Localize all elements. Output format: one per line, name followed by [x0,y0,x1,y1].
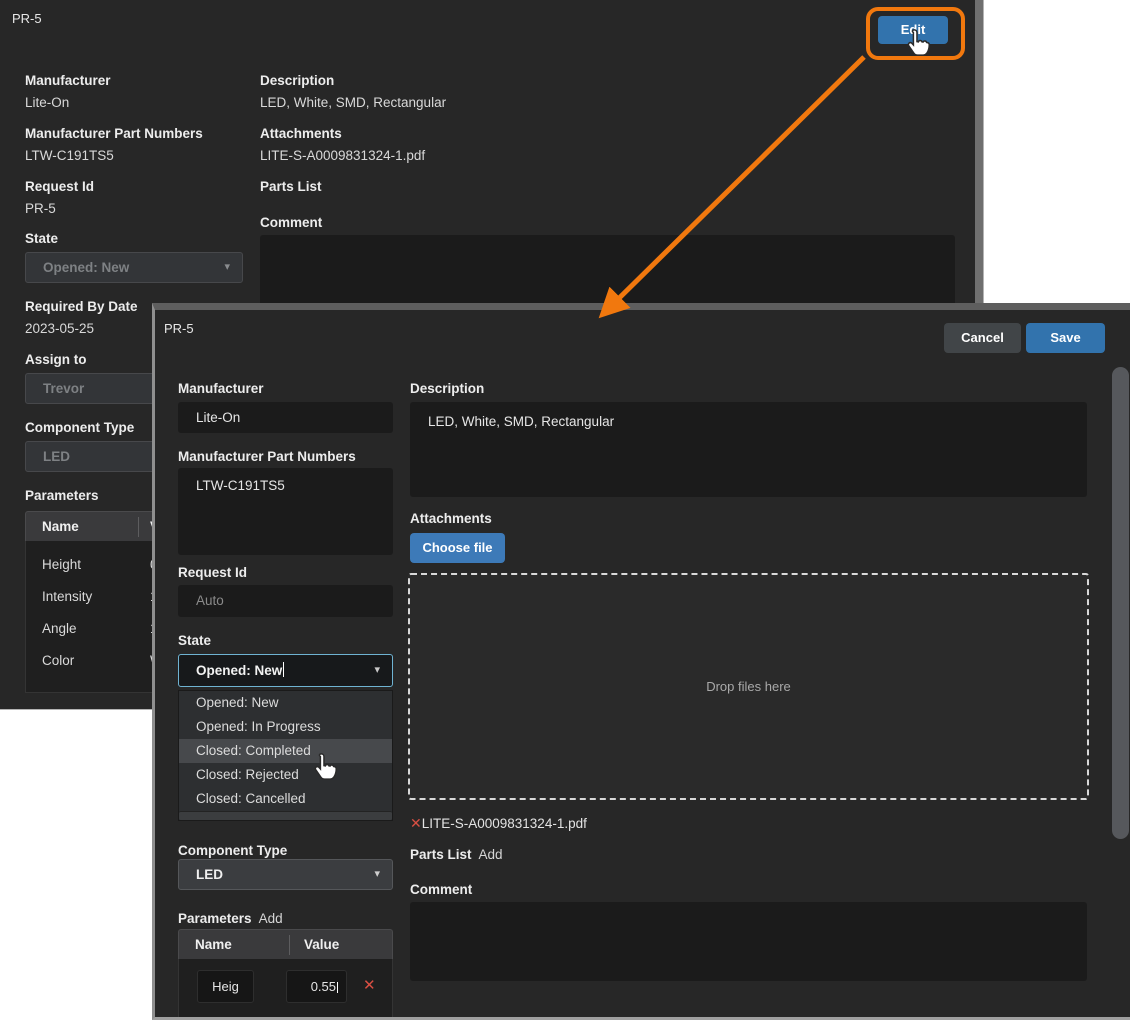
parameters-label-text: Parameters [178,911,252,926]
part-numbers-label: Manufacturer Part Numbers [25,126,203,141]
modal-title: PR-5 [164,321,194,336]
param-row-name: Color [42,645,74,677]
dropzone-text: Drop files here [706,679,791,694]
parts-list-label: Parts List [260,179,322,194]
param-name-input[interactable]: Heig [197,970,254,1003]
state-option[interactable]: Closed: Cancelled [179,787,392,811]
parts-list-label: Parts List Add [410,847,503,862]
component-type-label: Component Type [178,843,287,858]
state-select: Opened: New ▾ [25,252,243,283]
request-id-input[interactable]: Auto [178,585,393,617]
component-type-select-value: LED [196,867,223,882]
parameters-label: Parameters [25,488,99,503]
state-label: State [178,633,211,648]
parameters-name-header: Name [42,512,79,542]
chevron-down-icon: ▾ [374,655,380,686]
component-type-label: Component Type [25,420,134,435]
comment-label: Comment [410,882,472,897]
param-row-name: Height [42,549,81,581]
edit-highlight-ring [866,7,965,60]
attachments-label: Attachments [410,511,492,526]
edit-part-request-modal: PR-5 Cancel Save Manufacturer Lite-On Ma… [152,303,1130,1020]
state-label: State [25,231,58,246]
required-by-value: 2023-05-25 [25,321,94,336]
manufacturer-label: Manufacturer [25,73,111,88]
attachment-file-link[interactable]: LITE-S-A0009831324-1.pdf [260,148,425,163]
parameters-label: Parameters Add [178,911,283,926]
page-title: PR-5 [12,11,42,26]
attached-file-name: LITE-S-A0009831324-1.pdf [422,816,587,831]
parts-list-add-link[interactable]: Add [479,847,503,862]
request-id-value: PR-5 [25,201,56,216]
required-by-label: Required By Date [25,299,138,314]
param-row-name: Angle [42,613,77,645]
parameters-name-header: Name [195,930,232,960]
column-divider [289,935,290,955]
modal-scrollbar-thumb[interactable] [1112,367,1129,839]
param-value-input[interactable]: 0.55 [286,970,347,1003]
manufacturer-value: Lite-On [25,95,69,110]
assign-to-label: Assign to [25,352,87,367]
part-numbers-textarea[interactable]: LTW-C191TS5 [178,468,393,555]
component-type-select[interactable]: LED ▾ [178,859,393,890]
component-type-select-value: LED [43,449,70,464]
state-dropdown-list: Opened: New Opened: In Progress Closed: … [178,690,393,821]
part-numbers-label: Manufacturer Part Numbers [178,449,356,464]
comment-textarea[interactable] [410,902,1087,981]
parameters-table-header: Name Value [178,929,393,959]
state-select-value: Opened: New [43,260,129,275]
text-cursor [337,982,338,993]
request-id-label: Request Id [178,565,247,580]
remove-param-icon[interactable]: ✕ [363,979,376,993]
remove-file-icon[interactable]: ✕ [410,815,422,831]
state-option-highlighted[interactable]: Closed: Completed [179,739,392,763]
param-value-text: 0.55 [311,979,336,994]
chevron-down-icon: ▾ [224,253,230,282]
state-option[interactable]: Opened: New [179,691,392,715]
param-row-name: Intensity [42,581,92,613]
comment-label: Comment [260,215,322,230]
parameters-add-link[interactable]: Add [259,911,283,926]
chevron-down-icon: ▾ [374,860,380,889]
parameters-table-body: Heig 0.55 ✕ [178,959,393,1019]
state-combobox-value: Opened: New [196,663,282,678]
file-dropzone[interactable]: Drop files here [408,573,1089,800]
save-button[interactable]: Save [1026,323,1105,353]
text-cursor [283,662,284,677]
attached-file-row: ✕LITE-S-A0009831324-1.pdf [410,816,587,831]
parameters-value-header: Value [304,930,339,960]
state-combobox[interactable]: Opened: New ▾ [178,654,393,687]
request-id-label: Request Id [25,179,94,194]
cancel-button[interactable]: Cancel [944,323,1021,353]
attachments-label: Attachments [260,126,342,141]
state-option[interactable]: Opened: In Progress [179,715,392,739]
description-label: Description [410,381,484,396]
description-textarea[interactable]: LED, White, SMD, Rectangular [410,402,1087,497]
manufacturer-input[interactable]: Lite-On [178,402,393,433]
choose-file-button[interactable]: Choose file [410,533,505,563]
parts-list-label-text: Parts List [410,847,472,862]
manufacturer-label: Manufacturer [178,381,264,396]
dropdown-horizontal-scrollbar[interactable] [179,811,392,820]
description-value: LED, White, SMD, Rectangular [260,95,446,110]
part-numbers-value: LTW-C191TS5 [25,148,114,163]
column-divider [138,517,139,537]
assign-to-select-value: Trevor [43,381,84,396]
state-option[interactable]: Closed: Rejected [179,763,392,787]
description-label: Description [260,73,334,88]
